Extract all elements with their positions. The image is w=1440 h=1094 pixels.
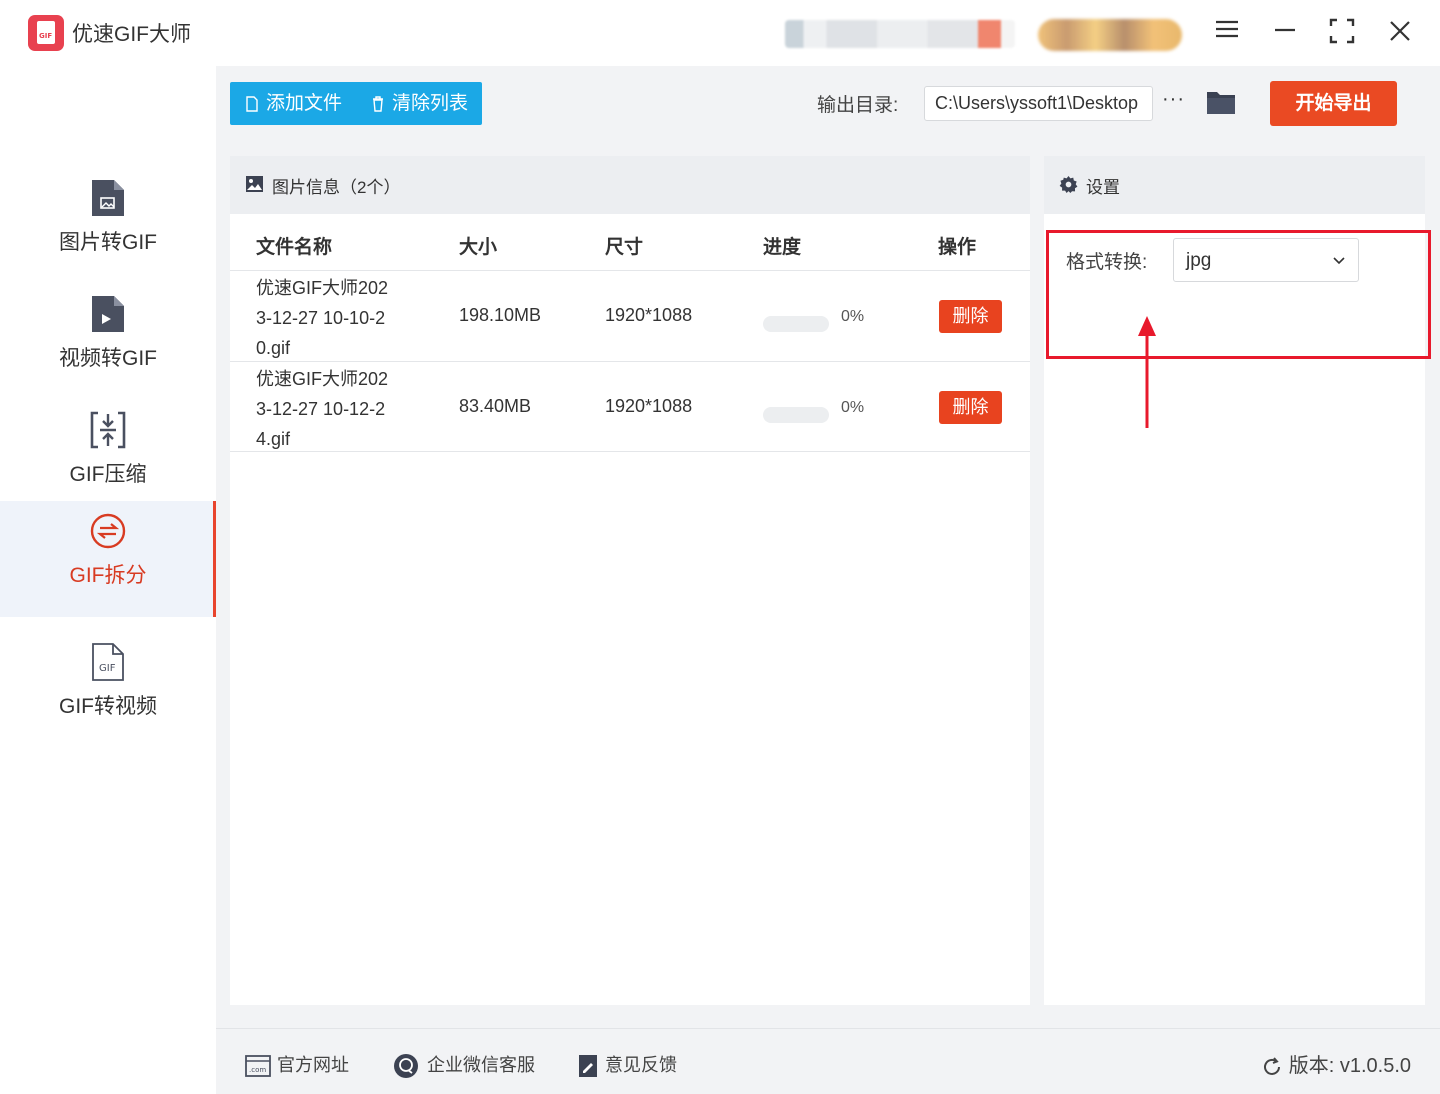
title-bar: GIF 优速GIF大师: [0, 0, 1440, 66]
sidebar-item-label: GIF拆分: [69, 564, 147, 587]
progress-text: 0%: [841, 308, 865, 325]
svg-text:GIF: GIF: [99, 663, 116, 674]
output-dir-label: 输出目录:: [817, 95, 899, 116]
progress-bar: [763, 316, 829, 332]
wechat-service-link[interactable]: 企业微信客服: [391, 1051, 535, 1079]
website-icon: .com: [245, 1055, 271, 1078]
sidebar: 图片转GIF 视频转GIF GIF压缩 GIF拆分 GIF GIF转视频: [0, 66, 216, 1094]
file-list-header: 图片信息（2个）: [230, 156, 1030, 214]
gear-icon: [1059, 175, 1078, 194]
sidebar-item-gif-compress[interactable]: GIF压缩: [0, 400, 216, 516]
column-header-progress: 进度: [763, 237, 802, 258]
file-name: 优速GIF大师202 3-12-27 10-10-2 0.gif: [256, 278, 389, 358]
sidebar-item-label: GIF转视频: [59, 695, 157, 718]
blurred-account-info: [785, 20, 1015, 48]
feedback-icon: [579, 1055, 597, 1078]
official-website-link[interactable]: .com 官方网址: [245, 1051, 349, 1078]
file-dimensions: 1920*1088: [605, 305, 693, 325]
maximize-icon[interactable]: [1327, 18, 1357, 48]
progress-text: 0%: [841, 399, 865, 416]
clear-list-button[interactable]: 清除列表: [372, 82, 468, 125]
sidebar-item-label: 图片转GIF: [59, 231, 157, 254]
column-header-dimensions: 尺寸: [605, 237, 644, 258]
compress-icon: [90, 411, 126, 449]
footer: .com 官方网址 企业微信客服 意见反馈 版本: v1.0.5.0: [216, 1028, 1440, 1094]
sidebar-item-label: GIF压缩: [69, 463, 147, 486]
trash-icon: [373, 96, 383, 112]
folder-icon[interactable]: [1206, 88, 1236, 116]
file-list-panel: 图片信息（2个） 文件名称 大小 尺寸 进度 操作 优速GIF大师202 3-1…: [230, 156, 1030, 1005]
add-file-button[interactable]: 添加文件: [246, 82, 342, 125]
refresh-icon: [1263, 1057, 1280, 1075]
annotation-highlight-box: [1046, 230, 1431, 359]
image-file-icon: [92, 180, 124, 216]
file-name: 优速GIF大师202 3-12-27 10-12-2 4.gif: [256, 369, 389, 449]
app-logo: GIF: [28, 15, 64, 51]
split-icon: [90, 513, 126, 549]
delete-button[interactable]: 删除: [939, 300, 1002, 333]
version-info: 版本: v1.0.5.0: [1261, 1049, 1411, 1078]
wechat-icon: [394, 1054, 418, 1079]
svg-text:.com: .com: [249, 1066, 266, 1074]
file-dimensions: 1920*1088: [605, 396, 693, 416]
column-header-size: 大小: [459, 237, 498, 258]
file-icon: [246, 96, 258, 112]
close-icon[interactable]: [1385, 18, 1415, 48]
settings-header: 设置: [1044, 156, 1425, 214]
feedback-link[interactable]: 意见反馈: [577, 1051, 677, 1079]
file-size: 83.40MB: [459, 396, 532, 416]
output-dir-field[interactable]: C:\Users\yssoft1\Desktop: [924, 86, 1153, 121]
column-header-name: 文件名称: [256, 237, 333, 258]
more-options-button[interactable]: ···: [1162, 88, 1185, 111]
progress-bar: [763, 407, 829, 423]
sidebar-item-image-to-gif[interactable]: 图片转GIF: [0, 168, 216, 284]
file-size: 198.10MB: [459, 305, 542, 325]
video-file-icon: [92, 296, 124, 332]
blurred-user-badge[interactable]: [1038, 19, 1182, 51]
sidebar-item-gif-to-video[interactable]: GIF GIF转视频: [0, 632, 216, 748]
file-list-title: 图片信息（2个）: [272, 178, 401, 197]
main-content: 添加文件 清除列表 输出目录: C:\Users\yssoft1\Desktop…: [216, 66, 1440, 1094]
settings-title: 设置: [1086, 178, 1120, 197]
sidebar-item-label: 视频转GIF: [59, 347, 157, 370]
sidebar-item-gif-split[interactable]: GIF拆分: [0, 501, 216, 617]
column-header-action: 操作: [938, 237, 977, 258]
table-row: 优速GIF大师202 3-12-27 10-10-2 0.gif 198.10M…: [230, 270, 1030, 361]
start-export-button[interactable]: 开始导出: [1270, 81, 1397, 126]
minimize-icon[interactable]: [1270, 18, 1300, 48]
menu-icon[interactable]: [1212, 18, 1242, 48]
gif-file-icon: GIF: [92, 643, 124, 681]
delete-button[interactable]: 删除: [939, 391, 1002, 424]
app-title: 优速GIF大师: [72, 23, 191, 46]
table-row: 优速GIF大师202 3-12-27 10-12-2 4.gif 83.40MB…: [230, 361, 1030, 452]
image-icon: [246, 176, 263, 192]
annotation-arrow-up-icon: [1138, 316, 1156, 428]
file-actions-group: 添加文件 清除列表: [230, 82, 482, 125]
sidebar-item-video-to-gif[interactable]: 视频转GIF: [0, 284, 216, 400]
